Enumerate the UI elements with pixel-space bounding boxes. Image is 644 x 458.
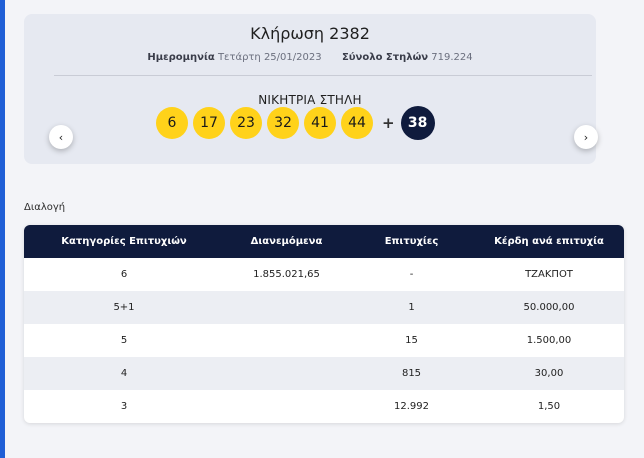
cell-category: 4 bbox=[120, 368, 128, 379]
cell-winners: 12.992 bbox=[394, 401, 429, 412]
table-header: Κατηγορίες Επιτυχιών Διανεμόμενα Επιτυχί… bbox=[24, 225, 624, 258]
table-row: 6 1.855.021,65 - ΤΖΑΚΠΟΤ bbox=[24, 258, 624, 291]
cell-prize: 30,00 bbox=[534, 368, 564, 379]
columns-value: 719.224 bbox=[431, 52, 473, 63]
divider bbox=[54, 75, 592, 76]
draw-card: Κλήρωση 2382 Ημερομηνία Τετάρτη 25/01/20… bbox=[24, 14, 596, 164]
table-row: 5+1 1 50.000,00 bbox=[24, 291, 624, 324]
winning-column-label: ΝΙΚΗΤΡΙΑ ΣΤΗΛΗ bbox=[258, 93, 362, 107]
number-ball: 6 bbox=[156, 107, 188, 139]
date-label: Ημερομηνία bbox=[147, 52, 215, 63]
number-ball: 23 bbox=[230, 107, 262, 139]
previous-draw-button[interactable]: ‹ bbox=[49, 125, 73, 149]
cell-winners: 15 bbox=[405, 335, 418, 346]
left-accent-bar bbox=[0, 0, 5, 458]
cell-prize: ΤΖΑΚΠΟΤ bbox=[525, 269, 573, 280]
cell-category: 5+1 bbox=[113, 302, 135, 313]
cell-category: 6 bbox=[120, 269, 128, 280]
cell-prize: 1,50 bbox=[537, 401, 561, 412]
cell-winners: - bbox=[409, 269, 414, 280]
header-category: Κατηγορίες Επιτυχιών bbox=[61, 236, 187, 247]
draw-title: Κλήρωση 2382 bbox=[250, 24, 370, 43]
date-value: Τετάρτη 25/01/2023 bbox=[217, 52, 322, 63]
header-prize: Κέρδη ανά επιτυχία bbox=[494, 236, 604, 247]
distribution-label: Διαλογή bbox=[24, 202, 66, 213]
table-row: 5 15 1.500,00 bbox=[24, 324, 624, 357]
cell-category: 3 bbox=[120, 401, 128, 412]
number-ball: 32 bbox=[267, 107, 299, 139]
header-distributed: Διανεμόμενα bbox=[250, 236, 323, 247]
cell-category: 5 bbox=[120, 335, 128, 346]
number-ball: 41 bbox=[304, 107, 336, 139]
next-draw-button[interactable]: › bbox=[574, 125, 598, 149]
cell-prize: 1.500,00 bbox=[526, 335, 572, 346]
columns-label: Σύνολο Στηλών bbox=[341, 52, 429, 63]
table-row: 4 815 30,00 bbox=[24, 357, 624, 390]
table-row: 3 12.992 1,50 bbox=[24, 390, 624, 423]
joker-ball: 38 bbox=[400, 106, 435, 140]
chevron-left-icon: ‹ bbox=[58, 130, 64, 144]
number-ball: 44 bbox=[341, 107, 373, 139]
distribution-table: Κατηγορίες Επιτυχιών Διανεμόμενα Επιτυχί… bbox=[24, 225, 624, 423]
cell-distributed: 1.855.021,65 bbox=[253, 269, 320, 280]
draw-meta: Ημερομηνία Τετάρτη 25/01/2023 Σύνολο Στη… bbox=[24, 52, 596, 63]
cell-winners: 815 bbox=[401, 368, 422, 379]
plus-sign: + bbox=[382, 114, 395, 132]
cell-prize: 50.000,00 bbox=[523, 302, 575, 313]
cell-winners: 1 bbox=[408, 302, 415, 313]
header-winners: Επιτυχίες bbox=[384, 236, 439, 247]
chevron-right-icon: › bbox=[583, 130, 589, 144]
winning-numbers: 6 17 23 32 41 44 + 38 bbox=[156, 106, 435, 140]
number-ball: 17 bbox=[193, 107, 225, 139]
